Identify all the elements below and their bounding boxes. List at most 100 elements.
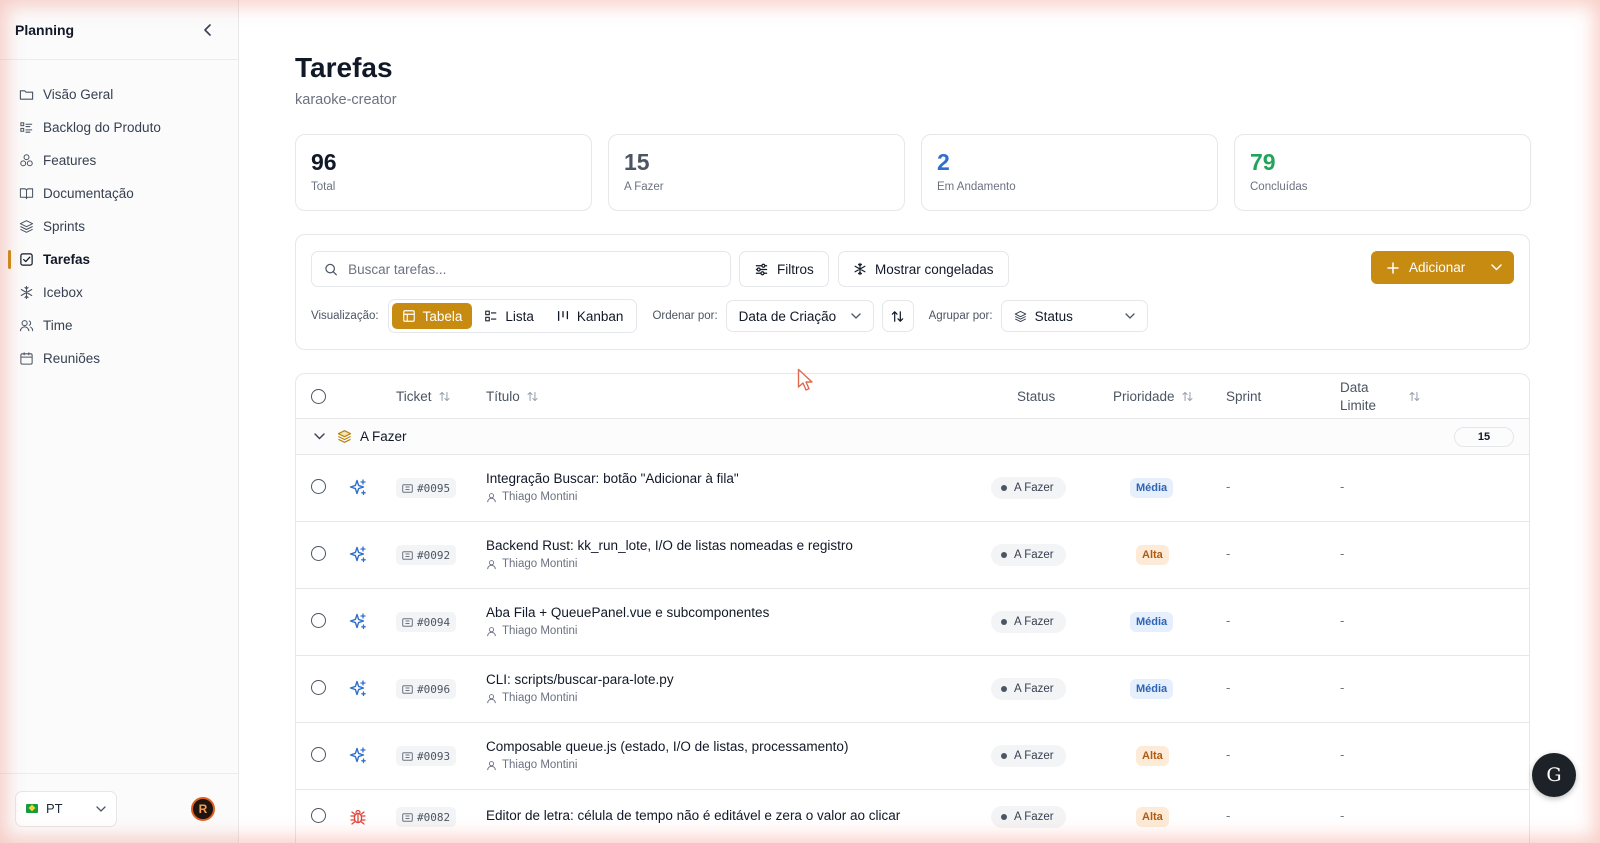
add-task-button[interactable]: Adicionar — [1371, 251, 1514, 284]
show-frozen-button[interactable]: Mostrar congeladas — [838, 251, 1009, 287]
row-checkbox[interactable] — [311, 808, 326, 823]
sidebar-item-label: Sprints — [43, 219, 86, 234]
calendar-icon — [20, 352, 33, 365]
feature-type-cell — [348, 612, 368, 632]
ticket-id: #0095 — [417, 481, 451, 495]
sidebar-item-documentacao[interactable]: Documentação — [0, 177, 238, 210]
title-cell[interactable]: Integração Buscar: botão "Adicionar à fi… — [486, 471, 739, 503]
sidebar-item-time[interactable]: Time — [0, 309, 238, 342]
stat-value: 79 — [1250, 149, 1276, 175]
sidebar: Planning Visão Geral Backlog do Produto … — [0, 0, 239, 843]
snowflake-icon — [854, 262, 866, 276]
ticket-badge[interactable]: #0095 — [396, 478, 457, 498]
search-input[interactable] — [348, 261, 718, 277]
sidebar-item-features[interactable]: Features — [0, 144, 238, 177]
table-header: Ticket Título Status Prioridade Sprint D… — [296, 374, 1529, 419]
chevron-down-icon[interactable] — [314, 433, 325, 440]
group-header-a-fazer[interactable]: A Fazer 15 — [296, 419, 1529, 455]
group-select[interactable]: Status — [1000, 300, 1148, 332]
view-table-button[interactable]: Tabela — [391, 303, 473, 329]
feature-type-cell — [348, 478, 368, 498]
status-cell[interactable]: A Fazer — [991, 611, 1066, 633]
chevron-down-icon — [96, 805, 106, 812]
sparkles-icon — [349, 546, 366, 563]
table-row[interactable]: #0092 Backend Rust: kk_run_lote, I/O de … — [296, 522, 1529, 589]
sidebar-item-reunioes[interactable]: Reuniões — [0, 342, 238, 375]
status-cell[interactable]: A Fazer — [991, 745, 1066, 767]
status-cell[interactable]: A Fazer — [991, 544, 1066, 566]
due-date-value: - — [1340, 479, 1345, 494]
due-date-cell: - — [1340, 546, 1344, 561]
priority-cell[interactable]: Alta — [1136, 545, 1169, 565]
title-cell[interactable]: Editor de letra: célula de tempo não é e… — [486, 808, 900, 823]
sidebar-item-tarefas[interactable]: Tarefas — [0, 243, 238, 276]
status-cell[interactable]: A Fazer — [991, 806, 1066, 828]
stat-value: 15 — [624, 149, 650, 175]
user-icon — [487, 626, 496, 636]
status-cell[interactable]: A Fazer — [991, 678, 1066, 700]
title-cell[interactable]: CLI: scripts/buscar-para-lote.py Thiago … — [486, 672, 674, 704]
filters-button[interactable]: Filtros — [739, 251, 829, 287]
sprint-cell: - — [1226, 680, 1230, 695]
due-date-cell: - — [1340, 808, 1344, 823]
sidebar-item-visao-geral[interactable]: Visão Geral — [0, 78, 238, 111]
table-row[interactable]: #0093 Composable queue.js (estado, I/O d… — [296, 723, 1529, 790]
folder-icon — [19, 90, 34, 100]
column-title[interactable]: Título — [486, 374, 539, 419]
sidebar-item-label: Icebox — [43, 285, 83, 300]
title-cell[interactable]: Aba Fila + QueuePanel.vue e subcomponent… — [486, 605, 769, 637]
row-checkbox[interactable] — [311, 680, 326, 695]
ticket-icon — [402, 684, 413, 694]
row-checkbox[interactable] — [311, 479, 326, 494]
view-list-button[interactable]: Lista — [474, 303, 544, 329]
sidebar-item-label: Documentação — [43, 186, 134, 201]
priority-cell[interactable]: Média — [1130, 478, 1174, 498]
sort-arrows-icon — [1182, 391, 1193, 402]
sidebar-item-icebox[interactable]: Icebox — [0, 276, 238, 309]
column-ticket[interactable]: Ticket — [396, 374, 451, 419]
title-cell[interactable]: Composable queue.js (estado, I/O de list… — [486, 739, 848, 771]
view-kanban-button[interactable]: Kanban — [546, 303, 634, 329]
ticket-badge[interactable]: #0092 — [396, 545, 457, 565]
priority-cell[interactable]: Média — [1130, 679, 1174, 699]
collapse-sidebar-button[interactable] — [200, 22, 216, 38]
column-due-date[interactable]: Data Limite — [1340, 374, 1421, 419]
sprint-cell: - — [1226, 479, 1230, 494]
user-avatar[interactable]: R — [191, 796, 215, 821]
row-checkbox[interactable] — [311, 546, 326, 561]
row-checkbox[interactable] — [311, 613, 326, 628]
table-row[interactable]: #0082 Editor de letra: célula de tempo n… — [296, 790, 1529, 843]
sidebar-item-backlog[interactable]: Backlog do Produto — [0, 111, 238, 144]
floating-assistant-button[interactable]: G — [1532, 753, 1576, 797]
ticket-badge[interactable]: #0093 — [396, 746, 457, 766]
column-priority[interactable]: Prioridade — [1113, 374, 1194, 419]
sort-arrows-icon — [1409, 391, 1420, 402]
table-row[interactable]: #0096 CLI: scripts/buscar-para-lote.py T… — [296, 656, 1529, 723]
sort-select[interactable]: Data de Criação — [725, 300, 874, 332]
status-dot — [1001, 686, 1007, 692]
ticket-badge[interactable]: #0094 — [396, 612, 457, 632]
sort-direction-button[interactable] — [881, 300, 914, 332]
ticket-badge[interactable]: #0096 — [396, 679, 457, 699]
layers-icon — [337, 430, 352, 443]
task-assignee: Thiago Montini — [486, 625, 577, 637]
priority-cell[interactable]: Alta — [1136, 746, 1169, 766]
status-cell[interactable]: A Fazer — [991, 477, 1066, 499]
search-box — [311, 251, 731, 287]
row-checkbox[interactable] — [311, 747, 326, 762]
title-cell[interactable]: Backend Rust: kk_run_lote, I/O de listas… — [486, 538, 853, 570]
table-row[interactable]: #0095 Integração Buscar: botão "Adiciona… — [296, 455, 1529, 522]
ticket-badge[interactable]: #0082 — [396, 807, 457, 827]
chevron-down-icon[interactable] — [1491, 264, 1502, 271]
select-all-checkbox[interactable] — [311, 374, 326, 419]
task-title: Editor de letra: célula de tempo não é e… — [486, 808, 901, 823]
sidebar-item-sprints[interactable]: Sprints — [0, 210, 238, 243]
language-select[interactable]: PT — [15, 790, 117, 827]
ticket-id: #0094 — [417, 615, 451, 629]
priority-cell[interactable]: Alta — [1136, 807, 1169, 827]
plus-icon — [1387, 261, 1399, 274]
table-row[interactable]: #0094 Aba Fila + QueuePanel.vue e subcom… — [296, 589, 1529, 656]
task-assignee: Thiago Montini — [486, 759, 577, 771]
snowflake-icon — [20, 285, 33, 300]
priority-cell[interactable]: Média — [1130, 612, 1174, 632]
